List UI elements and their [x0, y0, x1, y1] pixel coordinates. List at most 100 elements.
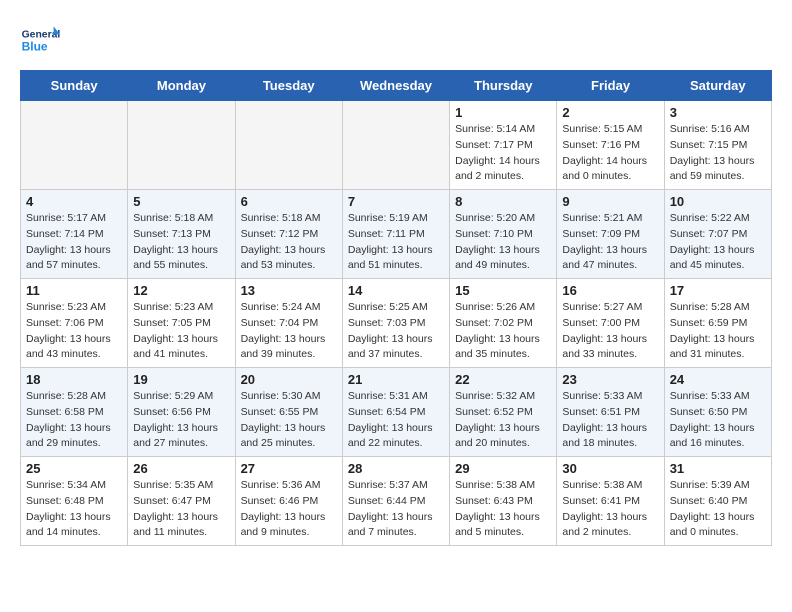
day-detail: Sunrise: 5:34 AMSunset: 6:48 PMDaylight:… [26, 478, 122, 541]
calendar-cell: 3Sunrise: 5:16 AMSunset: 7:15 PMDaylight… [664, 101, 771, 190]
logo-icon: General Blue [20, 20, 60, 60]
calendar-cell: 8 Sunrise: 5:20 AMSunset: 7:10 PMDaylight… [450, 190, 557, 279]
day-detail: Sunrise: 5:28 AMSunset: 6:59 PMDaylight:… [670, 300, 766, 363]
day-number: 2 [562, 105, 658, 120]
day-number: 7 [348, 194, 444, 209]
day-detail: Sunrise: 5:22 AMSunset: 7:07 PMDaylight:… [670, 211, 766, 274]
calendar-cell: 30 Sunrise: 5:38 AMSunset: 6:41 PMDayligh… [557, 457, 664, 546]
calendar-cell: 22 Sunrise: 5:32 AMSunset: 6:52 PMDayligh… [450, 368, 557, 457]
calendar-table: SundayMondayTuesdayWednesdayThursdayFrid… [20, 70, 772, 546]
calendar-cell: 13Sunrise: 5:24 AMSunset: 7:04 PMDayligh… [235, 279, 342, 368]
day-number: 12 [133, 283, 229, 298]
calendar-cell: 2 Sunrise: 5:15 AMSunset: 7:16 PMDaylight… [557, 101, 664, 190]
day-number: 5 [133, 194, 229, 209]
day-number: 22 [455, 372, 551, 387]
calendar-cell: 28 Sunrise: 5:37 AMSunset: 6:44 PMDayligh… [342, 457, 449, 546]
day-detail: Sunrise: 5:33 AMSunset: 6:50 PMDaylight:… [670, 389, 766, 452]
day-detail: Sunrise: 5:18 AMSunset: 7:12 PMDaylight:… [241, 211, 337, 274]
day-detail: Sunrise: 5:26 AMSunset: 7:02 PMDaylight:… [455, 300, 551, 363]
calendar-cell [342, 101, 449, 190]
day-detail: Sunrise: 5:23 AMSunset: 7:06 PMDaylight:… [26, 300, 122, 363]
day-number: 13 [241, 283, 337, 298]
day-detail: Sunrise: 5:28 AMSunset: 6:58 PMDaylight:… [26, 389, 122, 452]
calendar-week-row: 4 Sunrise: 5:17 AMSunset: 7:14 PMDaylight… [21, 190, 772, 279]
calendar-cell: 25 Sunrise: 5:34 AMSunset: 6:48 PMDayligh… [21, 457, 128, 546]
calendar-cell: 23 Sunrise: 5:33 AMSunset: 6:51 PMDayligh… [557, 368, 664, 457]
day-detail: Sunrise: 5:17 AMSunset: 7:14 PMDaylight:… [26, 211, 122, 274]
weekday-header-monday: Monday [128, 71, 235, 101]
calendar-cell: 31 Sunrise: 5:39 AMSunset: 6:40 PMDayligh… [664, 457, 771, 546]
calendar-cell: 14Sunrise: 5:25 AMSunset: 7:03 PMDayligh… [342, 279, 449, 368]
day-number: 26 [133, 461, 229, 476]
day-number: 23 [562, 372, 658, 387]
calendar-cell: 15 Sunrise: 5:26 AMSunset: 7:02 PMDayligh… [450, 279, 557, 368]
day-number: 24 [670, 372, 766, 387]
calendar-cell: 4 Sunrise: 5:17 AMSunset: 7:14 PMDaylight… [21, 190, 128, 279]
svg-text:Blue: Blue [22, 39, 48, 53]
day-detail: Sunrise: 5:39 AMSunset: 6:40 PMDaylight:… [670, 478, 766, 541]
calendar-cell: 16Sunrise: 5:27 AMSunset: 7:00 PMDayligh… [557, 279, 664, 368]
weekday-header-sunday: Sunday [21, 71, 128, 101]
day-detail: Sunrise: 5:18 AMSunset: 7:13 PMDaylight:… [133, 211, 229, 274]
day-detail: Sunrise: 5:14 AMSunset: 7:17 PMDaylight:… [455, 122, 551, 185]
day-number: 15 [455, 283, 551, 298]
calendar-cell: 11 Sunrise: 5:23 AMSunset: 7:06 PMDayligh… [21, 279, 128, 368]
calendar-cell: 9Sunrise: 5:21 AMSunset: 7:09 PMDaylight… [557, 190, 664, 279]
day-detail: Sunrise: 5:30 AMSunset: 6:55 PMDaylight:… [241, 389, 337, 452]
day-detail: Sunrise: 5:38 AMSunset: 6:43 PMDaylight:… [455, 478, 551, 541]
weekday-header-wednesday: Wednesday [342, 71, 449, 101]
day-number: 19 [133, 372, 229, 387]
calendar-week-row: 25 Sunrise: 5:34 AMSunset: 6:48 PMDayligh… [21, 457, 772, 546]
day-number: 17 [670, 283, 766, 298]
weekday-header-thursday: Thursday [450, 71, 557, 101]
day-number: 6 [241, 194, 337, 209]
calendar-cell [128, 101, 235, 190]
calendar-cell: 5 Sunrise: 5:18 AMSunset: 7:13 PMDaylight… [128, 190, 235, 279]
day-detail: Sunrise: 5:35 AMSunset: 6:47 PMDaylight:… [133, 478, 229, 541]
calendar-cell: 24 Sunrise: 5:33 AMSunset: 6:50 PMDayligh… [664, 368, 771, 457]
logo: General Blue [20, 20, 64, 60]
calendar-cell [235, 101, 342, 190]
day-number: 27 [241, 461, 337, 476]
day-detail: Sunrise: 5:20 AMSunset: 7:10 PMDaylight:… [455, 211, 551, 274]
day-detail: Sunrise: 5:29 AMSunset: 6:56 PMDaylight:… [133, 389, 229, 452]
weekday-header-saturday: Saturday [664, 71, 771, 101]
calendar-week-row: 11 Sunrise: 5:23 AMSunset: 7:06 PMDayligh… [21, 279, 772, 368]
calendar-week-row: 18 Sunrise: 5:28 AMSunset: 6:58 PMDayligh… [21, 368, 772, 457]
day-number: 10 [670, 194, 766, 209]
day-number: 21 [348, 372, 444, 387]
day-number: 30 [562, 461, 658, 476]
day-number: 1 [455, 105, 551, 120]
day-detail: Sunrise: 5:33 AMSunset: 6:51 PMDaylight:… [562, 389, 658, 452]
day-detail: Sunrise: 5:15 AMSunset: 7:16 PMDaylight:… [562, 122, 658, 185]
calendar-week-row: 1 Sunrise: 5:14 AMSunset: 7:17 PMDaylight… [21, 101, 772, 190]
day-detail: Sunrise: 5:21 AMSunset: 7:09 PMDaylight:… [562, 211, 658, 274]
calendar-cell: 7Sunrise: 5:19 AMSunset: 7:11 PMDaylight… [342, 190, 449, 279]
day-number: 31 [670, 461, 766, 476]
day-detail: Sunrise: 5:23 AMSunset: 7:05 PMDaylight:… [133, 300, 229, 363]
calendar-cell: 27Sunrise: 5:36 AMSunset: 6:46 PMDayligh… [235, 457, 342, 546]
day-number: 20 [241, 372, 337, 387]
day-number: 25 [26, 461, 122, 476]
calendar-cell: 10 Sunrise: 5:22 AMSunset: 7:07 PMDayligh… [664, 190, 771, 279]
day-detail: Sunrise: 5:27 AMSunset: 7:00 PMDaylight:… [562, 300, 658, 363]
calendar-cell: 26 Sunrise: 5:35 AMSunset: 6:47 PMDayligh… [128, 457, 235, 546]
day-number: 4 [26, 194, 122, 209]
day-number: 18 [26, 372, 122, 387]
day-detail: Sunrise: 5:38 AMSunset: 6:41 PMDaylight:… [562, 478, 658, 541]
day-number: 8 [455, 194, 551, 209]
day-detail: Sunrise: 5:37 AMSunset: 6:44 PMDaylight:… [348, 478, 444, 541]
calendar-cell: 21 Sunrise: 5:31 AMSunset: 6:54 PMDayligh… [342, 368, 449, 457]
day-detail: Sunrise: 5:31 AMSunset: 6:54 PMDaylight:… [348, 389, 444, 452]
day-number: 3 [670, 105, 766, 120]
weekday-header-tuesday: Tuesday [235, 71, 342, 101]
day-detail: Sunrise: 5:32 AMSunset: 6:52 PMDaylight:… [455, 389, 551, 452]
calendar-cell [21, 101, 128, 190]
day-number: 14 [348, 283, 444, 298]
calendar-cell: 20 Sunrise: 5:30 AMSunset: 6:55 PMDayligh… [235, 368, 342, 457]
calendar-cell: 17 Sunrise: 5:28 AMSunset: 6:59 PMDayligh… [664, 279, 771, 368]
day-number: 28 [348, 461, 444, 476]
calendar-cell: 12 Sunrise: 5:23 AMSunset: 7:05 PMDayligh… [128, 279, 235, 368]
day-number: 11 [26, 283, 122, 298]
calendar-cell: 6 Sunrise: 5:18 AMSunset: 7:12 PMDaylight… [235, 190, 342, 279]
